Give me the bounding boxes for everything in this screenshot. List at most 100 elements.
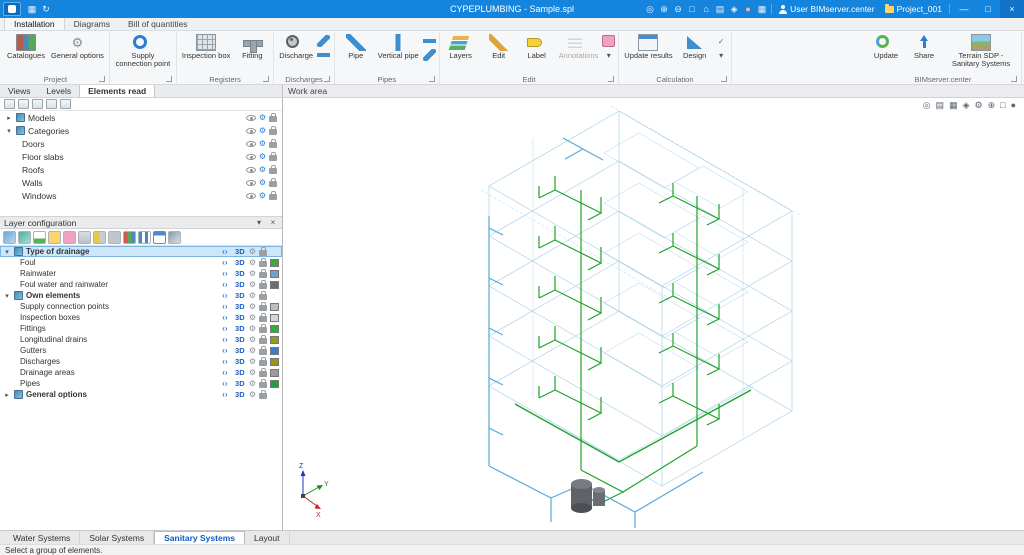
general-options-button[interactable]: ⚙ General options (49, 33, 106, 61)
gear-icon[interactable]: ⚙ (249, 270, 256, 278)
lock-icon[interactable] (259, 349, 267, 355)
lock-icon[interactable] (259, 294, 267, 300)
lock-icon[interactable] (259, 393, 267, 399)
list-view-icon[interactable] (18, 99, 29, 109)
discharge-angle-icon[interactable] (317, 35, 330, 47)
code-icon[interactable]: ‹› (219, 247, 231, 256)
chevron-down-icon[interactable]: ▾ (602, 49, 615, 61)
tab-solar-systems[interactable]: Solar Systems (80, 531, 154, 544)
tab-bill-of-quantities[interactable]: Bill of quantities (119, 18, 197, 30)
visibility-icon[interactable] (246, 180, 256, 186)
gear-icon[interactable]: ⚙ (249, 380, 256, 388)
supply-connection-point-button[interactable]: Supply connection point (113, 33, 173, 69)
color-swatch[interactable] (270, 259, 279, 267)
tab-installation[interactable]: Installation (4, 17, 65, 30)
dialog-launcher-icon[interactable] (721, 76, 727, 82)
3d-toggle[interactable]: 3D (234, 313, 246, 322)
color-swatch[interactable] (270, 314, 279, 322)
layer-row-own-elements[interactable]: ▾ Own elements ‹› 3D ⚙ (0, 290, 282, 301)
3d-toggle[interactable]: 3D (234, 390, 246, 399)
undo-icon[interactable]: ↻ (39, 1, 53, 17)
views-icon[interactable]: ▤ (713, 1, 727, 17)
table-icon[interactable] (153, 231, 166, 244)
gear-icon[interactable]: ⚙ (249, 391, 256, 399)
tab-levels[interactable]: Levels (39, 85, 80, 97)
3d-toggle[interactable]: 3D (234, 346, 246, 355)
gear-icon[interactable]: ⚙ (249, 347, 256, 355)
code-icon[interactable]: ‹› (219, 379, 231, 388)
eraser-icon[interactable] (602, 35, 615, 47)
3d-toggle[interactable]: 3D (234, 280, 246, 289)
home-view-icon[interactable]: ⌂ (699, 1, 713, 17)
printer-icon[interactable]: ▤ (936, 100, 945, 111)
zoom-window-icon[interactable]: □ (685, 1, 699, 17)
pipe-horizontal-icon[interactable] (423, 35, 436, 47)
gear-icon[interactable]: ⚙ (259, 179, 266, 187)
dialog-launcher-icon[interactable] (608, 76, 614, 82)
dialog-launcher-icon[interactable] (99, 76, 105, 82)
chevron-down-icon[interactable]: ▾ (5, 127, 13, 135)
app-logo-icon[interactable] (3, 2, 21, 16)
tree-item-floor-slabs[interactable]: Floor slabs ⚙ (0, 150, 282, 163)
layers-config-icon[interactable] (3, 231, 16, 244)
collapse-all-icon[interactable] (46, 99, 57, 109)
tab-layout[interactable]: Layout (245, 531, 290, 544)
gear-icon[interactable]: ⚙ (249, 369, 256, 377)
lock-icon[interactable] (259, 371, 267, 377)
3d-toggle[interactable]: 3D (234, 368, 246, 377)
monitor-icon[interactable]: ● (1011, 100, 1016, 111)
layer-row-longitudinal-drains[interactable]: Longitudinal drains ‹› 3D ⚙ (0, 334, 282, 345)
lock-icon[interactable] (259, 261, 267, 267)
monitor-icon[interactable]: ▦ (755, 1, 769, 17)
pipe-slope-icon[interactable] (423, 49, 436, 61)
user-chip[interactable]: User BIMserver.center (774, 0, 880, 18)
gear-icon[interactable]: ⚙ (249, 292, 256, 300)
edit-button[interactable]: Edit (481, 33, 517, 61)
tree-item-windows[interactable]: Windows ⚙ (0, 189, 282, 202)
code-icon[interactable]: ‹› (219, 302, 231, 311)
code-icon[interactable]: ‹› (219, 390, 231, 399)
code-icon[interactable]: ‹› (219, 357, 231, 366)
alert-icon[interactable]: ● (741, 1, 755, 17)
3d-toggle[interactable]: 3D (234, 379, 246, 388)
tab-diagrams[interactable]: Diagrams (65, 18, 119, 30)
3d-toggle[interactable]: 3D (234, 302, 246, 311)
lock-icon[interactable] (108, 231, 121, 244)
dialog-launcher-icon[interactable] (1011, 76, 1017, 82)
color-swatch[interactable] (270, 358, 279, 366)
work-area[interactable]: ◎ ▤ ▦ ◈ ⚙ ⊕ □ ● (283, 98, 1024, 530)
lock-icon[interactable] (259, 338, 267, 344)
discharge-button[interactable]: Discharge (277, 33, 315, 61)
tree-item-walls[interactable]: Walls ⚙ (0, 176, 282, 189)
color-swatch[interactable] (270, 369, 279, 377)
close-icon[interactable]: × (268, 218, 278, 227)
color-swatch[interactable] (270, 336, 279, 344)
display-icon[interactable] (168, 231, 181, 244)
tab-views[interactable]: Views (0, 85, 39, 97)
code-icon[interactable]: ‹› (219, 258, 231, 267)
chevron-down-icon[interactable]: ▾ (3, 248, 11, 256)
code-icon[interactable]: ‹› (219, 346, 231, 355)
layer-row-foul[interactable]: Foul ‹› 3D ⚙ (0, 257, 282, 268)
lock-icon[interactable] (259, 327, 267, 333)
tab-water-systems[interactable]: Water Systems (4, 531, 80, 544)
dialog-launcher-icon[interactable] (166, 76, 172, 82)
folder-icon[interactable] (48, 231, 61, 244)
layer-row-gutters[interactable]: Gutters ‹› 3D ⚙ (0, 345, 282, 356)
lock-icon[interactable] (259, 382, 267, 388)
gear-icon[interactable]: ⚙ (249, 336, 256, 344)
zoom-in-icon[interactable]: ⊕ (657, 1, 671, 17)
gear-icon[interactable]: ⚙ (975, 100, 983, 111)
model-3d-view[interactable]: Z Y X (283, 98, 1023, 530)
import-icon[interactable] (33, 231, 46, 244)
gear-icon[interactable]: ⚙ (259, 166, 266, 174)
lock-icon[interactable] (269, 181, 277, 187)
gear-icon[interactable]: ⚙ (249, 259, 256, 267)
update-results-button[interactable]: Update results (622, 33, 674, 61)
layer-row-drainage-areas[interactable]: Drainage areas ‹› 3D ⚙ (0, 367, 282, 378)
layer-row-general-options[interactable]: ▸ General options ‹› 3D ⚙ (0, 389, 282, 400)
layer-row-supply-connection-points[interactable]: Supply connection points ‹› 3D ⚙ (0, 301, 282, 312)
camera-icon[interactable]: ▦ (949, 100, 958, 111)
tree-view-icon[interactable] (4, 99, 15, 109)
color-swatch[interactable] (270, 325, 279, 333)
